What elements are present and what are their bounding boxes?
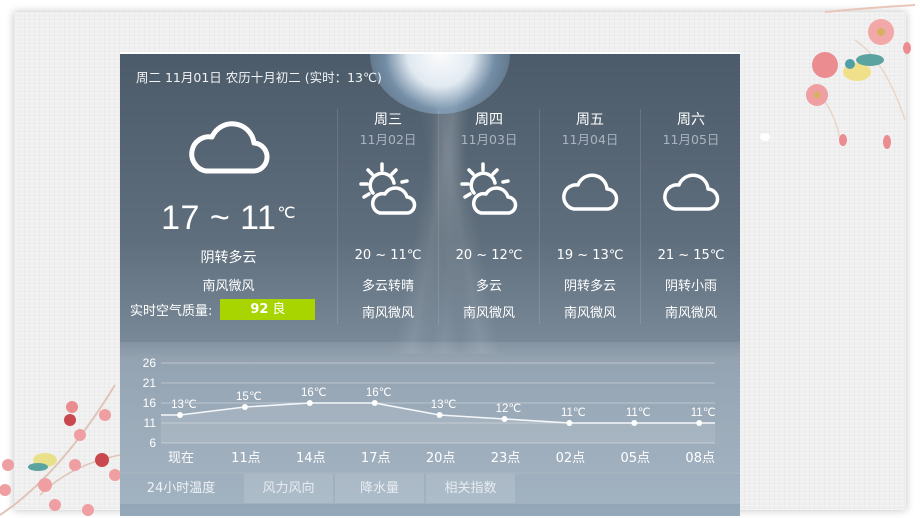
aqi-label: 实时空气质量: [130, 304, 213, 319]
aqi-badge[interactable]: 92 良 [220, 299, 316, 320]
temperature-data-label: 16℃ [301, 387, 327, 399]
temperature-point [696, 420, 703, 426]
forecast-condition: 阴转多云 [563, 279, 616, 294]
temperature-point [306, 400, 313, 406]
cloud-icon [189, 121, 270, 174]
temperature-chart: 26 21 16 11 6 13℃ 15℃ 16℃ 16℃ 13℃ 12℃ 11℃ 11℃ 11℃ 现在… [143, 356, 716, 466]
y-tick-label: 11 [144, 416, 157, 430]
forecast-day: 周四 11月03日 20 ~ 12℃ 多云 南风微风 [438, 109, 539, 324]
x-tick-label: 14点 [296, 451, 326, 466]
temperature-data-label: 16℃ [366, 387, 392, 399]
cloud-icon [562, 173, 619, 211]
temperature-data-label: 13℃ [171, 399, 197, 411]
y-tick-label: 16 [143, 396, 157, 410]
temperature-data-label: 11℃ [626, 407, 651, 419]
floral-decoration-top-right [806, 4, 916, 149]
forecast-condition: 阴转小雨 [664, 279, 717, 294]
temperature-point [631, 420, 638, 426]
forecast-temperature: 19 ~ 13℃ [556, 248, 624, 263]
forecast-day: 周三 11月02日 20 ~ 11℃ 多云转晴 南风微风 [337, 109, 438, 324]
x-tick-label: 23点 [491, 451, 521, 466]
partly-sunny-icon [460, 162, 518, 215]
temperature-point [371, 400, 378, 406]
y-tick-label: 26 [143, 356, 157, 370]
forecast-wind: 南风微风 [664, 306, 717, 321]
temperature-point [177, 412, 183, 418]
forecast-temperature: 21 ~ 15℃ [657, 248, 725, 263]
forecast-wind: 南风微风 [563, 306, 616, 321]
forecast-day: 周五 11月04日 19 ~ 13℃ 阴转多云 南风微风 [539, 109, 640, 324]
air-quality-row: 实时空气质量: 92 良 [130, 299, 316, 320]
forecast-weekday: 周三 [374, 112, 402, 128]
x-tick-label: 20点 [426, 451, 456, 466]
temperature-point [501, 416, 508, 422]
forecast-weekday: 周六 [677, 112, 705, 128]
forecast-date: 11月02日 [359, 132, 417, 147]
forecast-temperature: 20 ~ 12℃ [455, 248, 523, 263]
tab-related-indices[interactable]: 相关指数 [426, 474, 515, 503]
forecast-wind: 南风微风 [361, 306, 414, 321]
floral-decoration-bottom-left [0, 384, 121, 516]
temperature-point [436, 412, 443, 418]
temperature-data-label: 11℃ [561, 407, 586, 419]
tab-precipitation[interactable]: 降水量 [335, 474, 424, 503]
today-temperature: 17 ~ 11℃ [161, 199, 296, 237]
tab-content-strip [120, 504, 740, 516]
cloud-icon [663, 173, 720, 211]
forecast-day: 周六 11月05日 21 ~ 15℃ 阴转小雨 南风微风 [640, 109, 740, 324]
temperature-data-label: 15℃ [236, 391, 262, 403]
forecast-condition: 多云 [475, 279, 502, 294]
y-tick-label: 6 [149, 436, 156, 450]
tab-24h-temperature[interactable]: 24小时温度 [128, 474, 234, 503]
y-tick-label: 21 [143, 376, 157, 390]
forecast-wind: 南风微风 [462, 306, 515, 321]
weather-card: 周二 11月01日 农历十月初二 (实时：13℃) 17 ~ 11℃ 阴转多云 … [120, 52, 740, 516]
temperature-point [566, 420, 573, 426]
decorative-dot [760, 133, 770, 141]
forecast-weekday: 周四 [475, 112, 503, 128]
temperature-data-label: 11℃ [691, 407, 716, 419]
temperature-data-label: 13℃ [431, 399, 457, 411]
x-tick-label: 11点 [231, 451, 261, 466]
forecast-condition: 多云转晴 [361, 279, 414, 294]
today-wind: 南风微风 [202, 279, 255, 294]
temperature-data-label: 12℃ [496, 403, 522, 415]
forecast-weekday: 周五 [576, 112, 604, 128]
x-tick-label: 05点 [621, 451, 651, 466]
tab-wind[interactable]: 风力风向 [244, 474, 333, 503]
today-condition: 阴转多云 [200, 250, 257, 266]
forecast-temperature: 20 ~ 11℃ [354, 248, 422, 263]
forecast-date: 11月05日 [662, 132, 720, 147]
forecast-date: 11月04日 [561, 132, 619, 147]
forecast-date: 11月03日 [460, 132, 518, 147]
date-line: 周二 11月01日 农历十月初二 (实时：13℃) [136, 70, 382, 85]
temperature-point [241, 404, 248, 410]
x-tick-label: 08点 [685, 451, 715, 466]
x-tick-label: 现在 [168, 451, 194, 466]
chart-tab-bar: 24小时温度 风力风向 降水量 相关指数 [120, 472, 740, 504]
partly-sunny-icon [359, 162, 417, 215]
x-tick-label: 02点 [556, 451, 586, 466]
x-tick-label: 17点 [361, 451, 391, 466]
today-panel: 17 ~ 11℃ 阴转多云 南风微风 实时空气质量: 92 良 [120, 109, 337, 329]
